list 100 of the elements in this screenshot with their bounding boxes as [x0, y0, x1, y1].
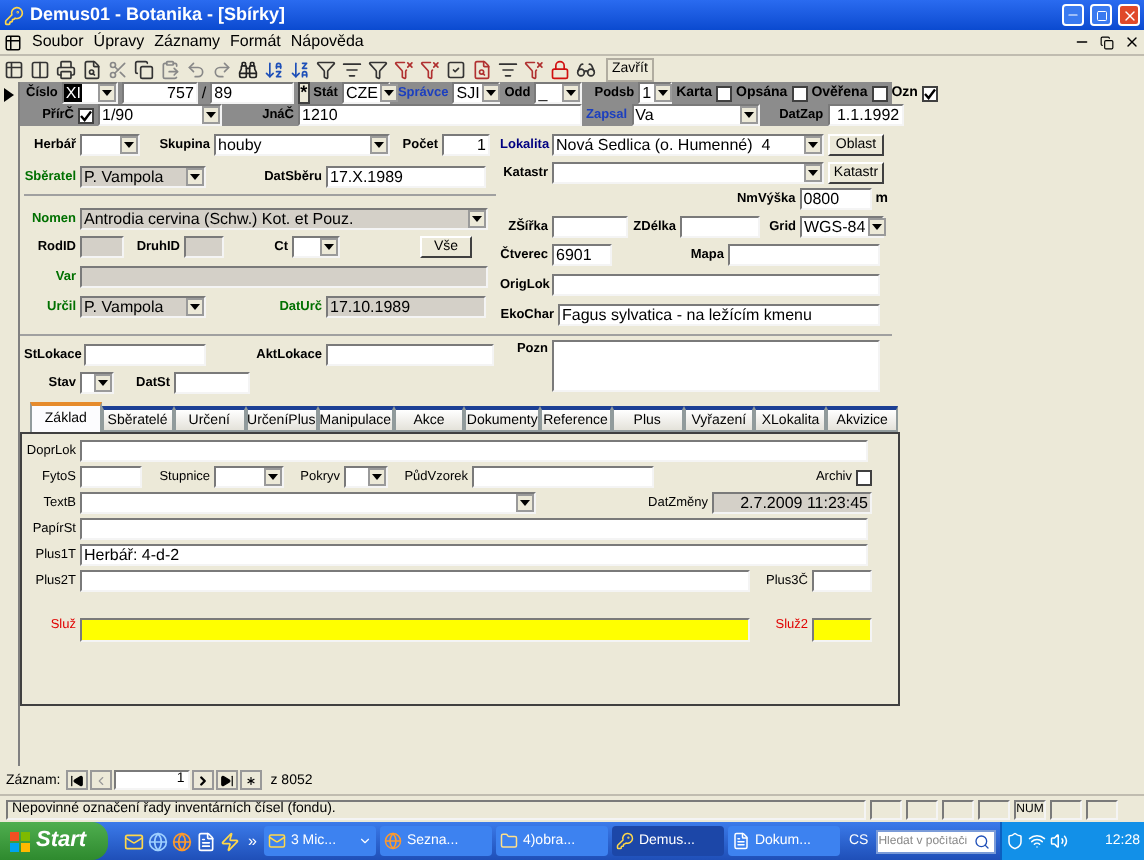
filter-remove-icon[interactable]: [420, 59, 440, 79]
text-field[interactable]: 757: [121, 82, 198, 104]
dropdown-arrow-icon[interactable]: [653, 84, 672, 102]
combo-box[interactable]: P. Vampola: [80, 296, 206, 318]
combo-box[interactable]: SJI: [452, 82, 501, 104]
filter-icon[interactable]: [316, 59, 336, 79]
combo-box[interactable]: Va: [631, 104, 760, 126]
checkbox[interactable]: [921, 85, 938, 101]
text-field[interactable]: [680, 215, 760, 237]
checkbox[interactable]: [791, 85, 808, 101]
menu-item[interactable]: Nápověda: [290, 34, 364, 50]
menu-item[interactable]: Soubor: [32, 34, 84, 50]
combo-box[interactable]: Antrodia cervina (Schw.) Kot. et Pouz.: [80, 207, 488, 229]
table-icon[interactable]: [4, 59, 24, 79]
maximize-button[interactable]: [1090, 4, 1112, 26]
globe-icon[interactable]: [148, 831, 168, 851]
combo-box[interactable]: [80, 371, 114, 393]
combo-box[interactable]: [292, 236, 340, 258]
dropdown-arrow-icon[interactable]: [804, 135, 822, 153]
printer-icon[interactable]: [56, 59, 76, 79]
text-field[interactable]: 2.7.2009 11:23:45: [712, 492, 872, 514]
dropdown-arrow-icon[interactable]: [368, 468, 386, 486]
text-field[interactable]: [80, 617, 750, 641]
combo-box[interactable]: XI: [61, 82, 118, 104]
text-field[interactable]: [80, 266, 488, 288]
checkbox[interactable]: [716, 85, 733, 101]
dropdown-arrow-icon[interactable]: [516, 494, 534, 512]
dropdown-arrow-icon[interactable]: [97, 84, 116, 102]
list-filter-icon[interactable]: [342, 59, 362, 79]
text-field[interactable]: [552, 340, 880, 392]
menu-item[interactable]: Úpravy: [93, 34, 145, 50]
overflow-chevron[interactable]: »: [248, 833, 257, 849]
checkbox[interactable]: [871, 85, 888, 101]
network-icon[interactable]: [1028, 832, 1047, 850]
text-field[interactable]: [174, 371, 250, 393]
text-field[interactable]: [84, 343, 206, 365]
text-field[interactable]: [326, 343, 494, 365]
binoculars-icon[interactable]: [238, 59, 258, 79]
text-field[interactable]: [80, 570, 750, 592]
filter-icon[interactable]: [368, 59, 388, 79]
sort-descending-icon[interactable]: [290, 59, 310, 79]
text-field[interactable]: [728, 244, 880, 266]
text-field[interactable]: 1.1.1992: [827, 104, 904, 126]
text-field[interactable]: [812, 617, 872, 641]
dropdown-arrow-icon[interactable]: [739, 106, 758, 124]
combo-box[interactable]: WGS-84: [800, 215, 884, 237]
list-filter-icon[interactable]: [498, 59, 518, 79]
text-field[interactable]: 17.X.1989: [326, 165, 486, 187]
dropdown-arrow-icon[interactable]: [468, 209, 486, 227]
checkbox[interactable]: [856, 469, 872, 485]
undo-icon[interactable]: [186, 59, 206, 79]
combo-box[interactable]: [80, 133, 140, 155]
dropdown-arrow-icon[interactable]: [94, 373, 112, 391]
last-record-button[interactable]: [216, 770, 239, 790]
text-field[interactable]: 1: [442, 133, 490, 155]
shield-icon[interactable]: [1006, 832, 1025, 850]
close-button[interactable]: [1118, 4, 1140, 26]
dropdown-arrow-icon[interactable]: [867, 217, 886, 235]
checkbox[interactable]: [78, 107, 94, 123]
star-button[interactable]: *: [298, 82, 310, 104]
filter-remove-icon[interactable]: [524, 59, 544, 79]
combo-box[interactable]: [344, 466, 388, 488]
dropdown-arrow-icon[interactable]: [481, 84, 500, 102]
text-field[interactable]: [812, 570, 872, 592]
text-field[interactable]: 6901: [552, 244, 612, 266]
text-field[interactable]: Fagus sylvatica - na ležícím kmenu: [558, 304, 880, 326]
text-field[interactable]: 17.10.1989: [326, 296, 486, 318]
text-field[interactable]: [80, 466, 142, 488]
text-field[interactable]: Herbář: 4-d-2: [80, 544, 868, 566]
dropdown-arrow-icon[interactable]: [370, 135, 388, 153]
dropdown-arrow-icon[interactable]: [320, 238, 338, 256]
columns-icon[interactable]: [30, 59, 50, 79]
text-field[interactable]: [184, 236, 224, 258]
file-search-icon[interactable]: [82, 59, 102, 79]
next-record-button[interactable]: [192, 770, 215, 790]
menu-item[interactable]: Formát: [230, 34, 281, 50]
combo-box[interactable]: 1/90: [98, 104, 222, 126]
lightning-icon[interactable]: [220, 831, 240, 851]
combo-box[interactable]: houby: [214, 133, 390, 155]
menu-item[interactable]: Záznamy: [154, 34, 221, 50]
dropdown-arrow-icon[interactable]: [186, 298, 204, 316]
volume-icon[interactable]: [1050, 832, 1069, 850]
checkbox-icon[interactable]: [446, 59, 466, 79]
mail-icon[interactable]: [124, 831, 144, 851]
globe-icon[interactable]: [172, 831, 192, 851]
dropdown-arrow-icon[interactable]: [379, 84, 398, 102]
copy-icon[interactable]: [134, 59, 154, 79]
text-field[interactable]: 0800: [799, 188, 872, 210]
combo-box[interactable]: _: [534, 82, 583, 104]
dropdown-arrow-icon[interactable]: [562, 84, 581, 102]
first-record-button[interactable]: [66, 770, 89, 790]
dropdown-arrow-icon[interactable]: [264, 468, 282, 486]
lock-icon[interactable]: [550, 59, 570, 79]
minimize-button[interactable]: [1062, 4, 1084, 26]
text-field[interactable]: [552, 274, 880, 296]
file-search-icon[interactable]: [472, 59, 492, 79]
dropdown-arrow-icon[interactable]: [202, 106, 220, 124]
text-field[interactable]: [552, 215, 628, 237]
combo-box[interactable]: P. Vampola: [80, 165, 206, 187]
text-field[interactable]: 89: [210, 82, 295, 104]
